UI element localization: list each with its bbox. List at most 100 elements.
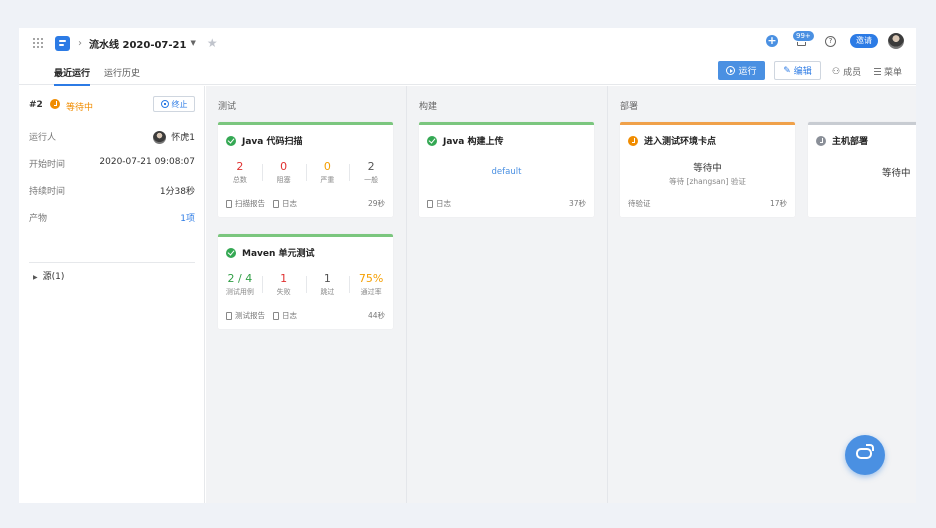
stat-value: 0 (323, 160, 331, 173)
scan-stats: 2 总数 0 阻塞 0 严重 2 一般 (218, 160, 393, 185)
star-icon[interactable]: ★ (207, 36, 218, 50)
pencil-icon: ✎ (783, 65, 791, 76)
job-card-java-scan[interactable]: Java 代码扫描 2 总数 0 阻塞 0 严重 2 一般 扫描报告 日志 29秒 (218, 122, 393, 217)
stat-value: 1 (323, 272, 331, 285)
job-header: 主机部署 (816, 134, 868, 147)
info-key: 产物 (29, 214, 48, 224)
status-bar (620, 122, 795, 125)
pipeline-board: 测试 构建 部署 Java 代码扫描 2 总数 0 阻塞 0 严重 2 一般 扫描报告 … (206, 86, 916, 503)
log-link[interactable]: 日志 (427, 198, 451, 209)
link-label: 扫描报告 (235, 199, 265, 208)
stat-failed: 1 失败 (261, 272, 306, 297)
log-icon (273, 312, 279, 320)
stage-title-deploy: 部署 (620, 102, 639, 112)
apps-grid-icon[interactable] (33, 38, 43, 48)
link-label: 测试报告 (235, 311, 265, 320)
pending-clock-icon (816, 135, 826, 146)
job-name: Java 代码扫描 (242, 137, 303, 147)
stat-blocker: 0 阻塞 (261, 160, 306, 185)
stat-value: 2 / 4 (227, 272, 253, 285)
stat-value: 1 (280, 272, 288, 285)
gate-subtext: 等待 [zhangsan] 验证 (669, 177, 746, 186)
app-logo-icon[interactable] (55, 35, 70, 51)
report-icon (226, 312, 232, 320)
stat-label: 严重 (320, 176, 335, 184)
tab-run-history[interactable]: 运行历史 (104, 66, 140, 79)
job-links: 测试报告 日志 (226, 310, 297, 321)
tab-recent-runs[interactable]: 最近运行 (54, 66, 90, 79)
job-duration: 29秒 (367, 199, 385, 208)
success-check-icon (226, 135, 236, 146)
job-name: Java 构建上传 (443, 137, 504, 147)
stat-total: 2 总数 (218, 160, 262, 185)
chat-support-button[interactable] (845, 435, 885, 475)
job-links: 扫描报告 日志 (226, 198, 297, 209)
job-duration: 17秒 (769, 199, 787, 208)
chevron-right-icon: › (78, 37, 82, 49)
notifications-button[interactable]: 99+ (792, 30, 815, 48)
verify-link[interactable]: 待验证 (628, 198, 651, 209)
menu-button[interactable]: 菜单 (874, 65, 902, 78)
menu-label: 菜单 (884, 68, 903, 78)
caret-right-icon: ▶ (33, 274, 38, 281)
pipeline-title[interactable]: 流水线 2020-07-21 (89, 36, 186, 51)
stop-button-label: 终止 (171, 99, 188, 109)
source-label: 源(1) (42, 272, 65, 282)
job-footer: 待验证 (628, 198, 651, 209)
artifact-tag-link[interactable]: default (419, 167, 594, 177)
chevron-down-icon[interactable]: ▼ (190, 39, 195, 47)
artifacts-link[interactable]: 1项 (180, 211, 195, 224)
user-avatar[interactable] (888, 33, 904, 49)
info-key: 开始时间 (29, 160, 66, 170)
stat-label: 测试用例 (225, 288, 254, 296)
scan-report-link[interactable]: 扫描报告 (226, 198, 265, 209)
log-link[interactable]: 日志 (273, 198, 297, 209)
stat-pass-rate: 75% 通过率 (349, 272, 393, 297)
gate-status: 等待中 (693, 163, 722, 174)
log-icon (273, 200, 279, 208)
stat-label: 总数 (232, 176, 247, 184)
report-icon (226, 200, 232, 208)
link-label: 日志 (436, 199, 451, 208)
stop-icon (160, 100, 169, 108)
help-icon[interactable]: ? (825, 35, 836, 47)
members-button[interactable]: ⚇ 成员 (832, 65, 861, 79)
status-bar (218, 234, 393, 237)
stat-value: 0 (280, 160, 288, 173)
job-card-java-build[interactable]: Java 构建上传 default 日志 37秒 (419, 122, 594, 217)
add-icon[interactable]: + (766, 35, 778, 47)
runner-avatar (153, 131, 167, 144)
job-card-test-gate[interactable]: 进入测试环境卡点 等待中 等待 [zhangsan] 验证 待验证 17秒 (620, 122, 795, 217)
stop-button[interactable]: 终止 (153, 96, 195, 112)
edit-button[interactable]: ✎ 编辑 (774, 61, 821, 80)
stat-value: 2 (236, 160, 244, 173)
column-divider (406, 86, 407, 503)
link-label: 日志 (282, 199, 297, 208)
job-card-host-deploy[interactable]: 主机部署 等待中 (808, 122, 916, 217)
job-name: 主机部署 (832, 137, 869, 147)
success-check-icon (226, 247, 236, 258)
waiting-clock-icon (628, 135, 638, 146)
chat-icon-accent (866, 444, 874, 451)
invite-button[interactable]: 邀请 (850, 34, 878, 48)
job-duration: 37秒 (568, 199, 586, 208)
column-divider (607, 86, 608, 503)
run-number: #2 (29, 100, 43, 110)
job-links: 日志 (427, 198, 451, 209)
source-toggle[interactable]: ▶ 源(1) (33, 269, 64, 282)
test-report-link[interactable]: 测试报告 (226, 310, 265, 321)
info-key: 运行人 (29, 133, 57, 143)
job-header: Java 代码扫描 (226, 134, 303, 147)
job-header: Maven 单元测试 (226, 246, 315, 259)
waiting-status-icon (50, 99, 60, 109)
stat-skipped: 1 跳过 (305, 272, 350, 297)
log-link[interactable]: 日志 (273, 310, 297, 321)
stat-label: 通过率 (360, 288, 382, 296)
stat-critical: 0 严重 (305, 160, 350, 185)
run-button[interactable]: 运行 (718, 61, 765, 80)
topbar-actions: + 99+ ? 邀请 (766, 30, 904, 49)
stat-label: 跳过 (320, 288, 335, 296)
job-card-maven-test[interactable]: Maven 单元测试 2 / 4 测试用例 1 失败 1 跳过 75% 通过率 测试报告… (218, 234, 393, 329)
test-stats: 2 / 4 测试用例 1 失败 1 跳过 75% 通过率 (218, 272, 393, 297)
success-check-icon (427, 135, 437, 146)
